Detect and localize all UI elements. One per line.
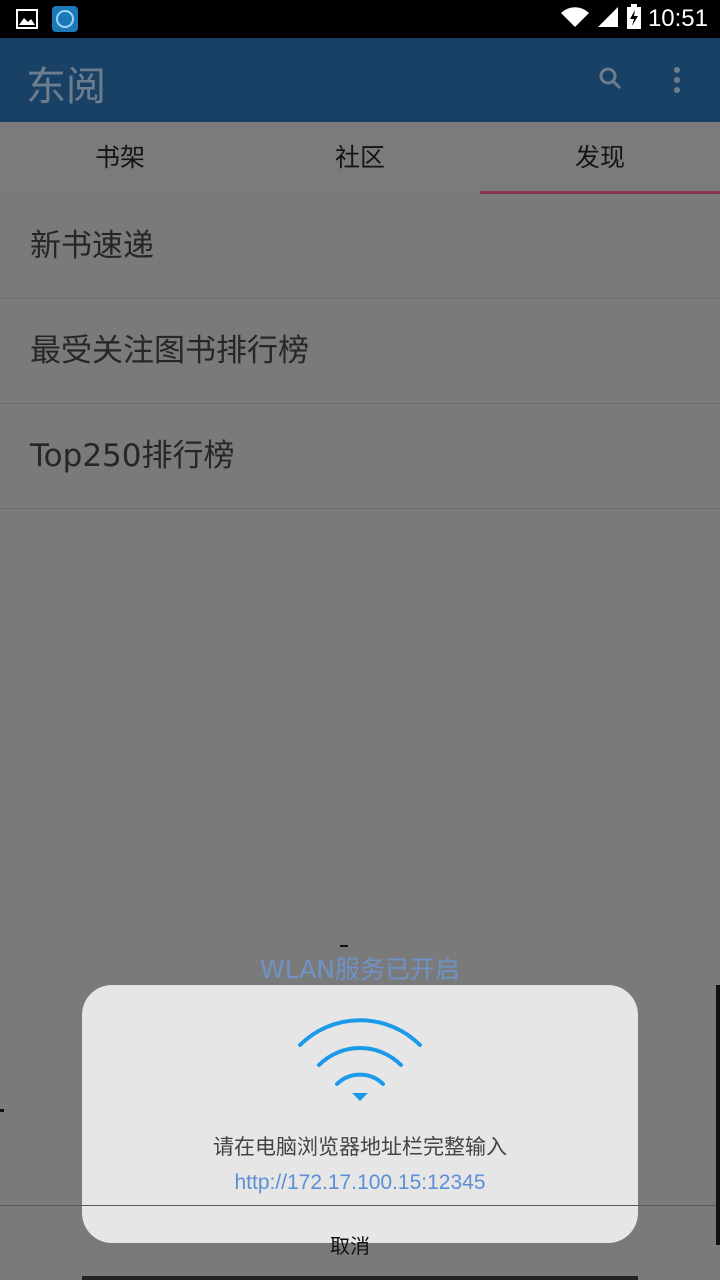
list-item-top250[interactable]: Top250排行榜 xyxy=(0,404,720,509)
image-icon xyxy=(16,9,38,33)
search-icon[interactable] xyxy=(598,66,624,96)
divider-mark xyxy=(340,945,348,947)
right-edge xyxy=(716,985,720,1245)
more-vert-icon[interactable] xyxy=(672,66,682,98)
edge-mark xyxy=(0,1109,4,1112)
app-bar: 东阅 xyxy=(0,38,720,122)
wifi-icon xyxy=(297,1015,423,1109)
dialog-message: 请在电脑浏览器地址栏完整输入 xyxy=(213,1135,507,1159)
battery-charging-icon xyxy=(626,4,642,34)
dialog-title: WLAN服务已开启 xyxy=(259,955,461,984)
dialog-url[interactable]: http://172.17.100.15:12345 xyxy=(82,1171,638,1195)
cancel-button[interactable]: 取消 xyxy=(330,1230,370,1259)
tab-bookshelf[interactable]: 书架 xyxy=(0,122,240,194)
app-title: 东阅 xyxy=(26,64,106,110)
signal-icon xyxy=(596,5,620,33)
app-icon xyxy=(52,6,78,36)
list-item-most-followed[interactable]: 最受关注图书排行榜 xyxy=(0,299,720,404)
list-item-new-books[interactable]: 新书速递 xyxy=(0,194,720,299)
dialog-bottom-edge xyxy=(82,1276,638,1280)
tab-discover[interactable]: 发现 xyxy=(480,122,720,194)
tab-bar: 书架 社区 发现 xyxy=(0,122,720,194)
clock: 10:51 xyxy=(647,5,708,32)
wifi-icon xyxy=(560,5,590,33)
discover-list: 新书速递 最受关注图书排行榜 Top250排行榜 xyxy=(0,194,720,509)
dialog-divider xyxy=(0,1205,720,1206)
status-bar: 10:51 xyxy=(0,0,720,38)
tab-community[interactable]: 社区 xyxy=(240,122,480,194)
